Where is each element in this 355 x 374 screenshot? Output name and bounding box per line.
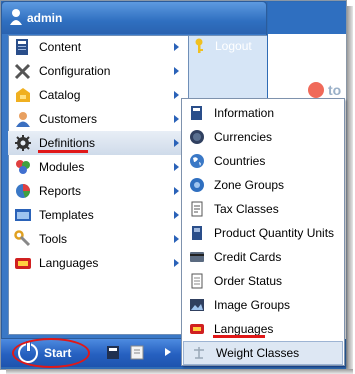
product-quantity-units-icon [192, 226, 202, 240]
taskbar-more-icon[interactable] [162, 344, 176, 360]
menu-item-configuration[interactable]: Configuration [8, 59, 187, 83]
window-shadow-right [347, 6, 353, 370]
submenu-item-credit-cards[interactable]: Credit Cards [182, 245, 344, 269]
menu-item-label: Catalog [39, 88, 81, 102]
submenu-arrow-icon [174, 139, 179, 147]
modules-icon [16, 160, 30, 174]
background-app-header [268, 2, 346, 34]
submenu-item-label: Credit Cards [214, 250, 282, 264]
background-app-logo-icon [308, 82, 324, 98]
menu-item-definitions[interactable]: Definitions [8, 131, 187, 155]
zone-groups-icon [190, 178, 204, 192]
submenu-item-weight-classes[interactable]: Weight Classes [183, 341, 343, 365]
definitions-icon [15, 135, 31, 151]
key-icon [195, 38, 203, 53]
currencies-icon [190, 130, 204, 144]
customers-icon [16, 112, 30, 127]
submenu-item-label: Weight Classes [216, 346, 300, 360]
submenu-arrow-icon [174, 259, 179, 267]
submenu-arrow-icon [174, 187, 179, 195]
countries-icon [190, 154, 204, 168]
languages-icon [190, 324, 204, 334]
menu-item-label: Templates [39, 208, 94, 222]
user-name: admin [27, 11, 63, 25]
menu-item-catalog[interactable]: Catalog [8, 83, 187, 107]
submenu-item-order-status[interactable]: Order Status [182, 269, 344, 293]
submenu-item-label: Languages [214, 322, 274, 336]
submenu-arrow-icon [174, 115, 179, 123]
menu-item-languages[interactable]: Languages [8, 251, 187, 275]
submenu-item-label: Information [214, 106, 275, 120]
menu-item-modules[interactable]: Modules [8, 155, 187, 179]
tax-classes-icon [191, 201, 203, 217]
templates-icon [15, 209, 31, 221]
definitions-submenu: Information Currencies Countries Zone Gr… [181, 98, 345, 366]
tools-icon [14, 230, 31, 247]
menu-item-templates[interactable]: Templates [8, 203, 187, 227]
languages-underline [213, 335, 265, 338]
menu-item-label: Modules [39, 160, 85, 174]
configuration-icon [14, 63, 31, 80]
menu-item-label: Tools [39, 232, 68, 246]
submenu-item-product-quantity-units[interactable]: Product Quantity Units [182, 221, 344, 245]
submenu-item-currencies[interactable]: Currencies [182, 125, 344, 149]
content-icon [16, 39, 28, 55]
submenu-item-label: Countries [214, 154, 266, 168]
submenu-arrow-icon [174, 91, 179, 99]
logout-label: Logout [215, 39, 252, 53]
menu-item-reports[interactable]: Reports [8, 179, 187, 203]
submenu-arrow-icon [174, 67, 179, 75]
image-groups-icon [190, 299, 204, 311]
logout-button[interactable]: Logout [193, 36, 252, 56]
submenu-arrow-icon [174, 235, 179, 243]
information-icon [191, 106, 202, 120]
menu-item-label: Languages [39, 256, 99, 270]
menu-item-customers[interactable]: Customers [8, 107, 187, 131]
user-icon [10, 9, 22, 25]
menu-item-label: Definitions [39, 136, 96, 150]
taskbar-app-icon[interactable] [106, 344, 120, 360]
menu-item-label: Configuration [39, 64, 111, 78]
catalog-icon [16, 88, 30, 102]
menu-item-tools[interactable]: Tools [8, 227, 187, 251]
start-menu-header: admin [2, 2, 266, 34]
menu-item-label: Content [39, 40, 82, 54]
submenu-item-label: Currencies [214, 130, 273, 144]
submenu-item-label: Zone Groups [214, 178, 285, 192]
background-app-text: to [328, 82, 342, 98]
taskbar-notes-icon[interactable] [130, 344, 144, 360]
submenu-item-label: Order Status [214, 274, 283, 288]
menu-item-label: Customers [39, 112, 98, 126]
window-shadow-bottom [6, 369, 353, 374]
submenu-arrow-icon [174, 43, 179, 51]
weight-classes-icon [194, 347, 204, 359]
submenu-arrow-icon [174, 211, 179, 219]
submenu-item-label: Tax Classes [214, 202, 279, 216]
submenu-arrow-icon [174, 163, 179, 171]
languages-icon [15, 258, 31, 269]
submenu-item-countries[interactable]: Countries [182, 149, 344, 173]
definitions-underline [38, 150, 88, 153]
submenu-item-tax-classes[interactable]: Tax Classes [182, 197, 344, 221]
submenu-item-image-groups[interactable]: Image Groups [182, 293, 344, 317]
submenu-item-zone-groups[interactable]: Zone Groups [182, 173, 344, 197]
credit-cards-icon [190, 252, 204, 262]
order-status-icon [191, 273, 203, 289]
reports-icon [16, 184, 30, 198]
start-highlight-ellipse [12, 338, 90, 368]
submenu-item-label: Product Quantity Units [214, 226, 335, 240]
menu-item-label: Reports [39, 184, 82, 198]
menu-item-content[interactable]: Content [8, 35, 187, 59]
submenu-item-label: Image Groups [214, 298, 291, 312]
submenu-item-information[interactable]: Information [182, 101, 344, 125]
